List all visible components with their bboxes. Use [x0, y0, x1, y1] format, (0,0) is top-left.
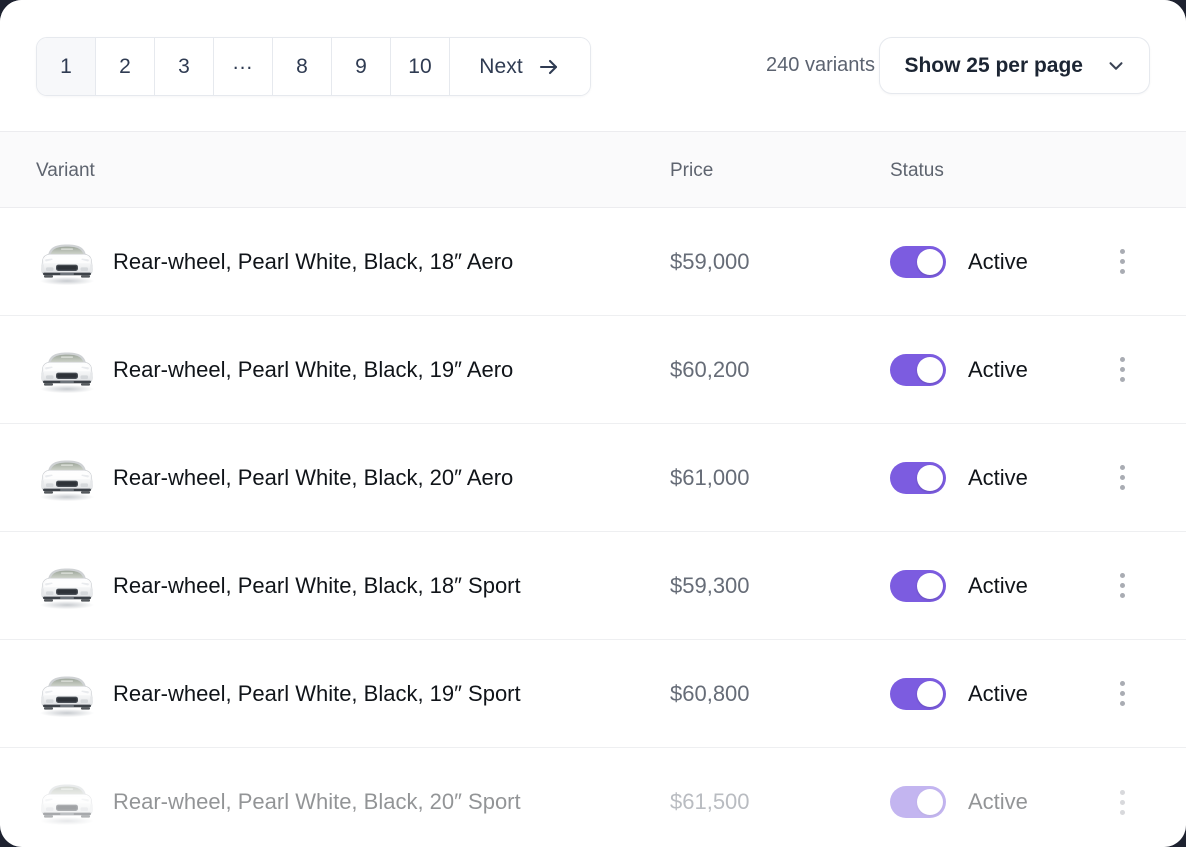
pagination: 1 2 3... 8 9 10 Next [36, 37, 591, 96]
status-label: Active [968, 248, 1028, 274]
variant-price: $59,000 [670, 248, 750, 274]
pagination-next-button[interactable]: Next [450, 38, 590, 95]
status-toggle[interactable] [890, 461, 946, 494]
table-row[interactable]: Rear-wheel, Pearl White, Black, 18″ Aero… [0, 208, 1186, 316]
table-header-row: Variant Price Status [0, 131, 1186, 208]
car-front-white-icon [34, 670, 100, 718]
pagination-page-1[interactable]: 1 [37, 38, 96, 95]
variants-card: 1 2 3... 8 9 10 Next 240 variants Show 25 per … [0, 0, 1186, 847]
chevron-down-icon [1105, 55, 1127, 77]
kebab-menu-icon[interactable] [1110, 680, 1134, 708]
status-cell: Active [890, 245, 1028, 278]
pagination-page-10[interactable]: 10 [391, 38, 450, 95]
variant-price: $60,200 [670, 356, 750, 382]
arrow-right-icon [537, 55, 561, 79]
pagination-page-2[interactable]: 2 [96, 38, 155, 95]
variant-name: Rear-wheel, Pearl White, Black, 18″ Aero [113, 248, 514, 274]
status-cell: Active [890, 569, 1028, 602]
status-toggle[interactable] [890, 677, 946, 710]
variant-price: $59,300 [670, 572, 750, 598]
status-toggle[interactable] [890, 245, 946, 278]
status-toggle[interactable] [890, 353, 946, 386]
toggle-knob [917, 464, 943, 491]
status-label: Active [968, 680, 1028, 706]
status-cell: Active [890, 677, 1028, 710]
status-label: Active [968, 572, 1028, 598]
toggle-knob [917, 789, 943, 815]
variant-name: Rear-wheel, Pearl White, Black, 20″ Spor… [113, 789, 521, 814]
table-row[interactable]: Rear-wheel, Pearl White, Black, 20″ Aero… [0, 424, 1186, 532]
table-row[interactable]: Rear-wheel, Pearl White, Black, 19″ Spor… [0, 640, 1186, 748]
car-front-white-icon [34, 346, 100, 394]
toggle-knob [917, 680, 943, 707]
variant-price: $61,500 [670, 789, 750, 814]
per-page-label: Show 25 per page [904, 53, 1083, 77]
pagination-ellipsis: ... [214, 38, 273, 95]
table-row[interactable]: Rear-wheel, Pearl White, Black, 18″ Spor… [0, 532, 1186, 640]
variant-name: Rear-wheel, Pearl White, Black, 18″ Spor… [113, 572, 521, 598]
car-front-white-icon [34, 238, 100, 286]
pagination-next-label: Next [479, 54, 523, 78]
pagination-page-8[interactable]: 8 [273, 38, 332, 95]
pagination-page-3[interactable]: 3 [155, 38, 214, 95]
variant-price: $60,800 [670, 680, 750, 706]
per-page-select[interactable]: Show 25 per page [879, 37, 1150, 94]
toggle-knob [917, 356, 943, 383]
column-header-price: Price [670, 160, 714, 181]
kebab-menu-icon[interactable] [1110, 788, 1134, 816]
column-header-variant: Variant [36, 160, 95, 181]
status-cell: Active [890, 461, 1028, 494]
column-header-status: Status [890, 160, 944, 181]
pagination-page-9[interactable]: 9 [332, 38, 391, 95]
toggle-knob [917, 248, 943, 275]
variant-name: Rear-wheel, Pearl White, Black, 19″ Aero [113, 356, 514, 382]
table-row[interactable]: Rear-wheel, Pearl White, Black, 20″ Spor… [0, 748, 1186, 847]
status-cell: Active [890, 353, 1028, 386]
status-label: Active [968, 356, 1028, 382]
status-toggle[interactable] [890, 786, 946, 818]
toggle-knob [917, 572, 943, 599]
car-front-white-icon [34, 778, 100, 826]
table-row[interactable]: Rear-wheel, Pearl White, Black, 19″ Aero… [0, 316, 1186, 424]
status-label: Active [968, 789, 1028, 814]
kebab-menu-icon[interactable] [1110, 572, 1134, 600]
variant-count: 240 variants [766, 54, 875, 76]
kebab-menu-icon[interactable] [1110, 248, 1134, 276]
car-front-white-icon [34, 562, 100, 610]
status-cell: Active [890, 786, 1028, 818]
kebab-menu-icon[interactable] [1110, 464, 1134, 492]
variant-name: Rear-wheel, Pearl White, Black, 19″ Spor… [113, 680, 521, 706]
car-front-white-icon [34, 454, 100, 502]
status-toggle[interactable] [890, 569, 946, 602]
status-label: Active [968, 464, 1028, 490]
variant-price: $61,000 [670, 464, 750, 490]
kebab-menu-icon[interactable] [1110, 356, 1134, 384]
variant-name: Rear-wheel, Pearl White, Black, 20″ Aero [113, 464, 514, 490]
variants-table-body: Rear-wheel, Pearl White, Black, 18″ Aero… [0, 208, 1186, 847]
table-toolbar: 1 2 3... 8 9 10 Next 240 variants Show 25 per … [0, 0, 1186, 131]
